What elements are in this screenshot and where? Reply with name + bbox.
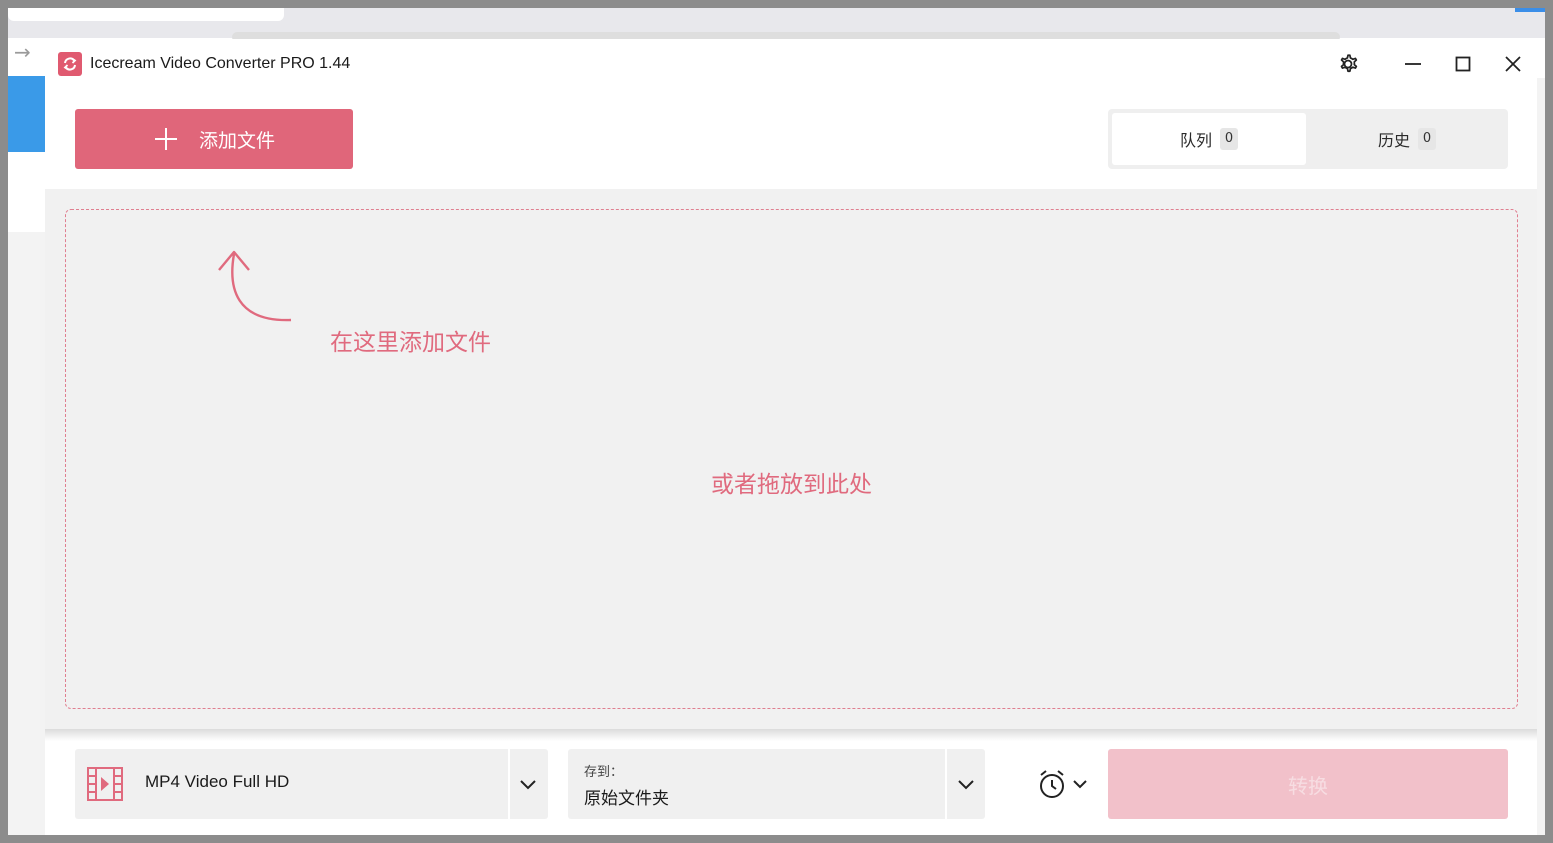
alarm-clock-icon xyxy=(1040,770,1064,798)
close-icon xyxy=(1505,56,1521,72)
chevron-down-icon[interactable] xyxy=(516,772,540,796)
minimize-icon xyxy=(1405,63,1421,65)
tab-queue[interactable]: 队列 0 xyxy=(1112,113,1306,165)
drag-drop-text: 或者拖放到此处 xyxy=(711,472,872,498)
maximize-button[interactable] xyxy=(1447,48,1479,80)
save-to-value: 原始文件夹 xyxy=(584,789,669,809)
schedule-button[interactable] xyxy=(1035,764,1091,804)
add-files-label: 添加文件 xyxy=(198,129,275,152)
window-title: Icecream Video Converter PRO 1.44 xyxy=(90,55,351,72)
add-files-hint: 在这里添加文件 xyxy=(330,330,491,356)
tab-history[interactable]: 历史 0 xyxy=(1310,113,1504,165)
bottom-bar-shadow xyxy=(45,729,1537,741)
save-to-select[interactable]: 存到： 原始文件夹 xyxy=(568,749,985,819)
curved-arrow-icon xyxy=(218,250,292,322)
app-logo-icon xyxy=(58,52,82,76)
save-to-select-divider xyxy=(945,749,947,819)
background-tab xyxy=(8,8,284,21)
plus-icon xyxy=(154,128,177,150)
minimize-button[interactable] xyxy=(1397,48,1429,80)
tab-history-count: 0 xyxy=(1418,128,1436,150)
film-icon xyxy=(87,767,123,801)
chevron-down-icon[interactable] xyxy=(954,772,978,796)
close-button[interactable] xyxy=(1497,48,1529,80)
tab-queue-count: 0 xyxy=(1220,128,1238,150)
drop-area: 在这里添加文件 或者拖放到此处 xyxy=(45,189,1537,729)
save-to-caption: 存到： xyxy=(584,765,624,780)
add-files-button[interactable]: 添加文件 xyxy=(75,109,353,169)
output-format-value: MP4 Video Full HD xyxy=(145,772,290,791)
settings-button[interactable] xyxy=(1332,48,1364,80)
chevron-down-icon xyxy=(1073,780,1087,789)
background-white-strip xyxy=(8,152,46,232)
background-tab-accent xyxy=(1515,8,1545,12)
background-blue-panel xyxy=(8,76,46,152)
file-drop-zone[interactable]: 在这里添加文件 或者拖放到此处 xyxy=(65,209,1518,709)
convert-button[interactable]: 转换 xyxy=(1108,749,1508,819)
format-select-divider xyxy=(508,749,510,819)
tab-history-label: 历史 xyxy=(1377,131,1410,150)
maximize-icon xyxy=(1455,56,1471,72)
background-forward-arrow-icon: → xyxy=(14,40,31,64)
view-tabs: 队列 0 历史 0 xyxy=(1108,109,1508,169)
title-bar: Icecream Video Converter PRO 1.44 xyxy=(45,39,1537,87)
tab-queue-label: 队列 xyxy=(1179,131,1212,150)
gear-icon xyxy=(1340,54,1358,73)
app-window: Icecream Video Converter PRO 1.44 添加文件 队… xyxy=(45,39,1537,835)
output-format-select[interactable]: MP4 Video Full HD xyxy=(75,749,548,819)
